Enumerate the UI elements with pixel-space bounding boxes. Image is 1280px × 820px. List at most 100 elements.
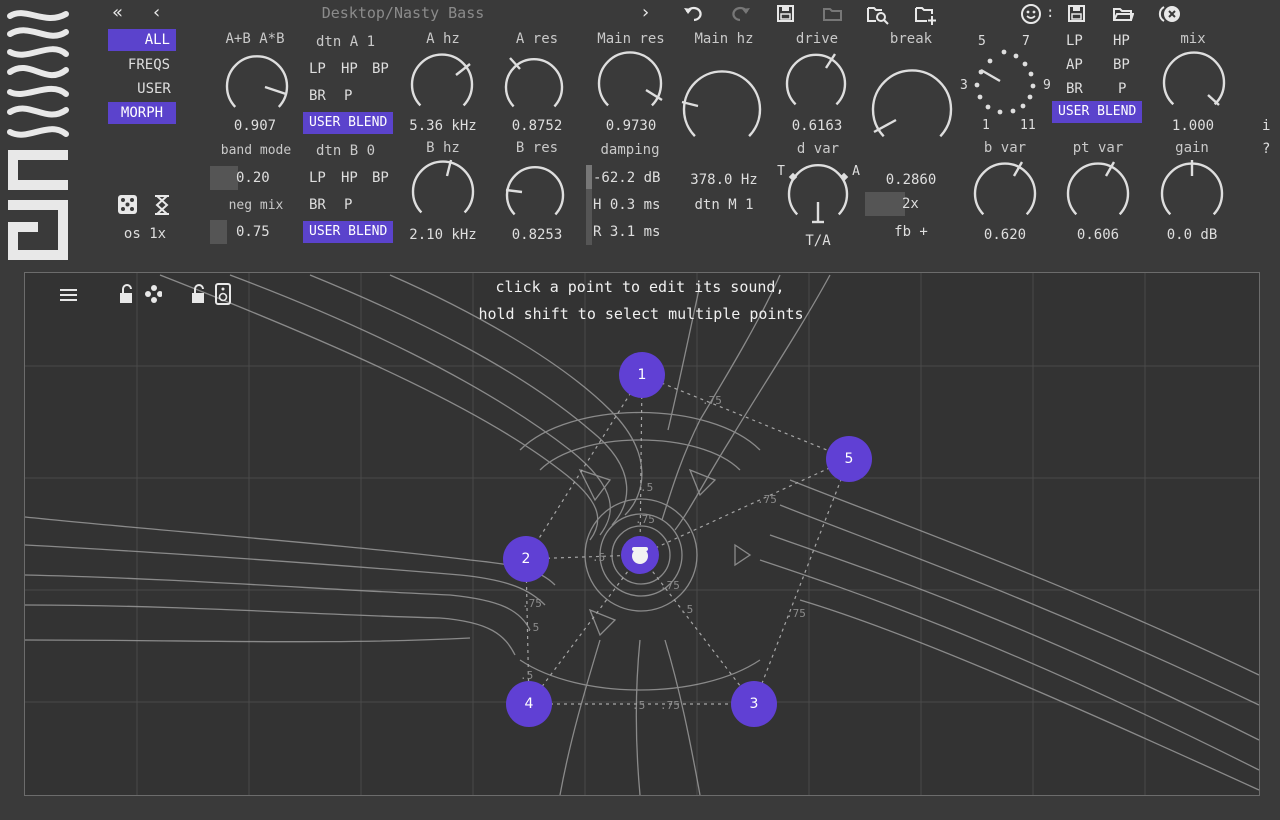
b-res-value[interactable]: 0.8253	[512, 227, 563, 243]
drive-label: drive	[795, 31, 839, 47]
pt-var-knob[interactable]	[1066, 161, 1130, 216]
drive-knob[interactable]	[785, 53, 847, 106]
ab-label: A+B A*B	[225, 31, 285, 47]
b-var-value[interactable]: 0.620	[984, 227, 1026, 243]
contour-label: .5	[640, 481, 654, 494]
a-hz-knob[interactable]	[410, 53, 474, 107]
b-res-label: B res	[515, 140, 559, 156]
filter-b-user-blend-button[interactable]: USER BLEND	[303, 221, 394, 243]
filter-a-lp[interactable]: LP	[309, 61, 326, 77]
main-res-value[interactable]: 0.9730	[606, 118, 657, 134]
damping-db-value[interactable]: -62.2 dB	[593, 170, 660, 186]
rotary-selector[interactable]	[974, 49, 1036, 115]
main-hz-label: Main hz	[694, 31, 754, 47]
a-res-knob[interactable]	[504, 57, 564, 108]
canvas-hint-line1: click a point to edit its sound,	[495, 278, 785, 296]
ab-knob[interactable]	[225, 55, 289, 108]
d-var-t-marker: T	[777, 164, 785, 179]
break-mult-value[interactable]: 2x	[902, 196, 919, 212]
morph-point-2[interactable]: 2	[503, 536, 549, 582]
morph-point-1[interactable]: 1	[619, 352, 665, 398]
main-hz-value[interactable]: 378.0 Hz	[690, 172, 757, 188]
dtn-a-label[interactable]: dtn A 1	[316, 34, 375, 50]
info-button[interactable]: i	[1262, 118, 1270, 134]
contour-label: .75	[660, 579, 680, 592]
b-hz-label: B hz	[426, 140, 460, 156]
a-res-label: A res	[515, 31, 559, 47]
pt-var-label: pt var	[1072, 140, 1124, 156]
morph-point-4[interactable]: 4	[506, 681, 552, 727]
b-hz-value[interactable]: 2.10 kHz	[409, 227, 476, 243]
lock-speaker-icon[interactable]	[190, 282, 234, 306]
lock-move-icon[interactable]	[118, 283, 162, 305]
canvas-hint-line2: hold shift to select multiple points	[478, 305, 804, 323]
break-value[interactable]: 0.2860	[886, 172, 937, 188]
contour-label: .75	[635, 513, 655, 526]
d-var-value[interactable]: T/A	[805, 233, 830, 249]
rotary-label-3: 3	[960, 78, 968, 93]
rf-lp[interactable]: LP	[1066, 33, 1083, 49]
contour-label: .75	[702, 394, 722, 407]
fb-label[interactable]: fb +	[894, 224, 928, 240]
rotary-label-5: 5	[978, 34, 986, 49]
main-hz-knob[interactable]	[681, 70, 762, 137]
gain-label: gain	[1175, 140, 1209, 156]
morph-cursor-icon[interactable]	[620, 535, 660, 575]
break-mult-slider[interactable]	[865, 192, 905, 216]
filter-a-bp[interactable]: BP	[372, 61, 389, 77]
filter-b-lp[interactable]: LP	[309, 170, 326, 186]
rotary-label-9: 9	[1043, 78, 1051, 93]
a-res-value[interactable]: 0.8752	[512, 118, 563, 134]
damping-label: damping	[600, 142, 660, 158]
drive-value[interactable]: 0.6163	[792, 118, 843, 134]
filter-a-user-blend-button[interactable]: USER BLEND	[303, 112, 394, 134]
rf-p[interactable]: P	[1118, 81, 1126, 97]
menu-icon[interactable]	[59, 287, 79, 303]
morph-canvas[interactable]	[24, 272, 1260, 796]
morph-point-5[interactable]: 5	[826, 436, 872, 482]
gain-knob[interactable]	[1160, 160, 1224, 216]
contour-label: .75	[757, 493, 777, 506]
dtn-b-label[interactable]: dtn B 0	[316, 143, 375, 159]
rotary-label-11: 11	[1020, 118, 1036, 133]
filter-a-hp[interactable]: HP	[341, 61, 358, 77]
contour-label: .75	[660, 699, 680, 712]
b-res-knob[interactable]	[505, 166, 565, 216]
filter-b-p[interactable]: P	[344, 197, 352, 213]
main-res-label: Main res	[597, 31, 665, 47]
filter-a-p[interactable]: P	[344, 88, 352, 104]
damping-hold-value[interactable]: H 0.3 ms	[593, 197, 660, 213]
b-hz-knob[interactable]	[411, 159, 475, 214]
break-knob[interactable]	[871, 69, 953, 138]
d-var-a-marker: A	[852, 164, 860, 179]
contour-label: .75	[522, 597, 542, 610]
filter-b-br[interactable]: BR	[309, 197, 326, 213]
rf-user-blend-button[interactable]: USER BLEND	[1052, 101, 1143, 123]
damping-release-value[interactable]: R 3.1 ms	[593, 224, 660, 240]
mix-value[interactable]: 1.000	[1172, 118, 1214, 134]
a-hz-value[interactable]: 5.36 kHz	[409, 118, 476, 134]
rf-ap[interactable]: AP	[1066, 57, 1083, 73]
mix-knob[interactable]	[1162, 51, 1226, 106]
rf-hp[interactable]: HP	[1113, 33, 1130, 49]
main-res-knob[interactable]	[597, 51, 663, 107]
gain-value[interactable]: 0.0 dB	[1167, 227, 1218, 243]
rf-bp[interactable]: BP	[1113, 57, 1130, 73]
b-var-knob[interactable]	[973, 161, 1037, 216]
dtn-m-label[interactable]: dtn M 1	[694, 197, 753, 213]
ab-value[interactable]: 0.907	[234, 118, 276, 134]
morph-point-3[interactable]: 3	[731, 681, 777, 727]
filter-b-bp[interactable]: BP	[372, 170, 389, 186]
pt-var-value[interactable]: 0.606	[1077, 227, 1119, 243]
d-var-label: d var	[796, 141, 840, 157]
d-var-knob[interactable]	[787, 164, 849, 224]
rf-br[interactable]: BR	[1066, 81, 1083, 97]
contour-label: .5	[632, 699, 646, 712]
b-var-label: b var	[983, 140, 1027, 156]
filter-a-br[interactable]: BR	[309, 88, 326, 104]
help-button[interactable]: ?	[1262, 141, 1270, 157]
rotary-label-7: 7	[1022, 34, 1030, 49]
mix-label: mix	[1180, 31, 1206, 47]
filter-b-hp[interactable]: HP	[341, 170, 358, 186]
contour-label: .5	[526, 621, 540, 634]
